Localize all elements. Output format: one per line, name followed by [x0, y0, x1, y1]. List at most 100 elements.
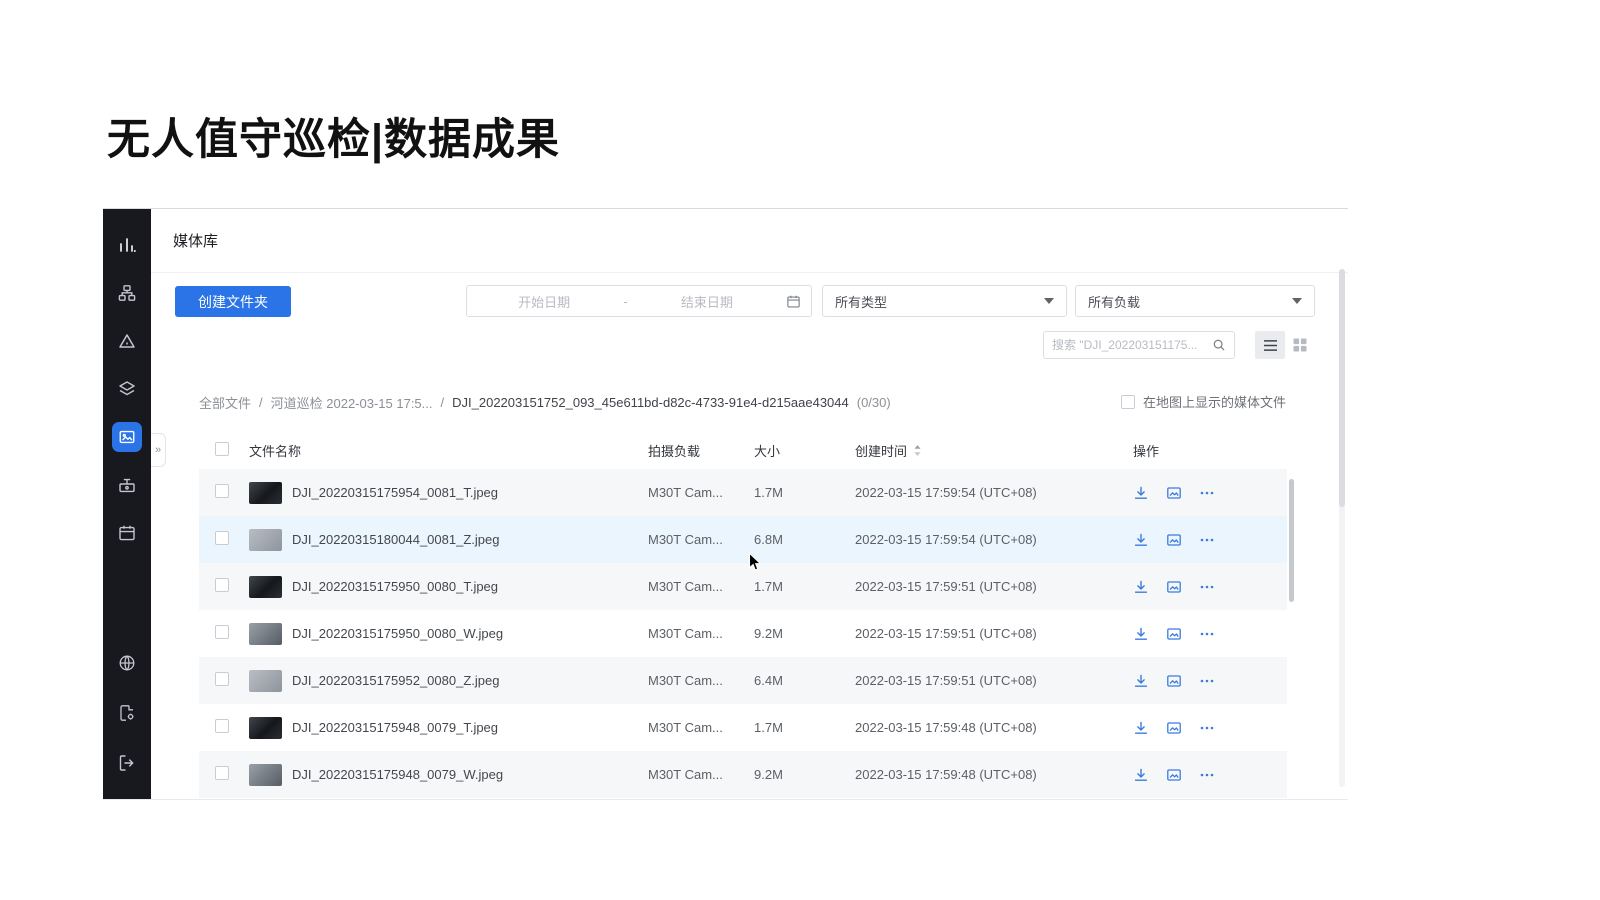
download-icon[interactable] — [1133, 673, 1149, 689]
panel-scrollbar[interactable] — [1339, 269, 1345, 787]
organization-icon[interactable] — [103, 269, 151, 317]
row-checkbox[interactable] — [215, 766, 229, 780]
search-icon[interactable] — [1212, 338, 1226, 352]
more-icon[interactable] — [1199, 720, 1215, 736]
map-view-icon[interactable] — [1166, 485, 1182, 501]
payload-cell: M30T Cam... — [648, 485, 754, 500]
project-settings-icon[interactable] — [103, 689, 151, 737]
grid-view-button[interactable] — [1285, 331, 1315, 359]
media-thumbnail[interactable] — [249, 717, 282, 739]
breadcrumb-item-current: DJI_202203151752_093_45e611bd-d82c-4733-… — [452, 395, 849, 410]
col-file-name: 文件名称 — [249, 441, 648, 460]
created-cell: 2022-03-15 17:59:48 (UTC+08) — [855, 720, 1133, 735]
payload-cell: M30T Cam... — [648, 579, 754, 594]
size-cell: 1.7M — [754, 485, 855, 500]
payload-cell: M30T Cam... — [648, 532, 754, 547]
download-icon[interactable] — [1133, 626, 1149, 642]
map-view-icon[interactable] — [1166, 532, 1182, 548]
map-view-icon[interactable] — [1166, 673, 1182, 689]
row-checkbox[interactable] — [215, 719, 229, 733]
search-input[interactable] — [1052, 338, 1212, 352]
more-icon[interactable] — [1199, 485, 1215, 501]
col-size: 大小 — [754, 441, 855, 460]
create-folder-button[interactable]: 创建文件夹 — [175, 286, 291, 317]
table-row[interactable]: DJI_20220315175954_0081_T.jpeg M30T Cam.… — [199, 469, 1287, 516]
panel-title: 媒体库 — [173, 230, 218, 251]
size-cell: 1.7M — [754, 720, 855, 735]
media-table: 文件名称 拍摄负载 大小 创建时间 操作 DJI_20220315175954_… — [199, 431, 1287, 798]
media-library-icon[interactable] — [103, 413, 151, 461]
table-scrollbar-thumb[interactable] — [1289, 479, 1294, 602]
table-row[interactable]: DJI_20220315180044_0081_Z.jpeg M30T Cam.… — [199, 516, 1287, 563]
media-thumbnail[interactable] — [249, 576, 282, 598]
map-view-icon[interactable] — [1166, 767, 1182, 783]
file-name[interactable]: DJI_20220315175950_0080_W.jpeg — [292, 626, 503, 641]
layers-icon[interactable] — [103, 365, 151, 413]
chevron-down-icon — [1292, 298, 1302, 304]
row-checkbox[interactable] — [215, 484, 229, 498]
more-icon[interactable] — [1199, 532, 1215, 548]
row-checkbox[interactable] — [215, 531, 229, 545]
created-cell: 2022-03-15 17:59:48 (UTC+08) — [855, 767, 1133, 782]
devices-icon[interactable] — [103, 461, 151, 509]
date-range-picker[interactable]: 开始日期 - 结束日期 — [466, 285, 812, 317]
more-icon[interactable] — [1199, 579, 1215, 595]
fleet-icon[interactable] — [103, 317, 151, 365]
table-row[interactable]: DJI_20220315175950_0080_W.jpeg M30T Cam.… — [199, 610, 1287, 657]
more-icon[interactable] — [1199, 767, 1215, 783]
payload-cell: M30T Cam... — [648, 720, 754, 735]
search-box — [1043, 331, 1235, 359]
list-view-button[interactable] — [1255, 331, 1285, 359]
sidebar — [103, 209, 151, 799]
media-thumbnail[interactable] — [249, 529, 282, 551]
schedule-icon[interactable] — [103, 509, 151, 557]
select-all-checkbox[interactable] — [215, 442, 229, 456]
download-icon[interactable] — [1133, 485, 1149, 501]
download-icon[interactable] — [1133, 579, 1149, 595]
map-display-toggle[interactable]: 在地图上显示的媒体文件 — [1121, 392, 1286, 411]
table-row[interactable]: DJI_20220315175948_0079_T.jpeg M30T Cam.… — [199, 704, 1287, 751]
file-name[interactable]: DJI_20220315175952_0080_Z.jpeg — [292, 673, 499, 688]
download-icon[interactable] — [1133, 767, 1149, 783]
more-icon[interactable] — [1199, 673, 1215, 689]
table-row[interactable]: DJI_20220315175950_0080_T.jpeg M30T Cam.… — [199, 563, 1287, 610]
type-filter-value: 所有类型 — [835, 292, 887, 311]
row-checkbox[interactable] — [215, 625, 229, 639]
breadcrumb-item-root[interactable]: 全部文件 — [199, 393, 251, 412]
date-separator: - — [621, 294, 629, 309]
size-cell: 9.2M — [754, 767, 855, 782]
size-cell: 6.4M — [754, 673, 855, 688]
view-toggle — [1255, 331, 1315, 359]
map-view-icon[interactable] — [1166, 626, 1182, 642]
media-thumbnail[interactable] — [249, 764, 282, 786]
download-icon[interactable] — [1133, 532, 1149, 548]
file-name[interactable]: DJI_20220315175950_0080_T.jpeg — [292, 579, 498, 594]
table-row[interactable]: DJI_20220315175948_0079_W.jpeg M30T Cam.… — [199, 751, 1287, 798]
file-name[interactable]: DJI_20220315175948_0079_W.jpeg — [292, 767, 503, 782]
file-name[interactable]: DJI_20220315175948_0079_T.jpeg — [292, 720, 498, 735]
breadcrumb-item-folder[interactable]: 河道巡检 2022-03-15 17:5... — [271, 393, 433, 412]
calendar-icon — [784, 294, 811, 309]
media-thumbnail[interactable] — [249, 623, 282, 645]
table-row[interactable]: DJI_20220315175952_0080_Z.jpeg M30T Cam.… — [199, 657, 1287, 704]
file-name[interactable]: DJI_20220315180044_0081_Z.jpeg — [292, 532, 499, 547]
row-checkbox[interactable] — [215, 672, 229, 686]
payload-filter-value: 所有负载 — [1088, 292, 1140, 311]
type-filter-dropdown[interactable]: 所有类型 — [822, 285, 1067, 317]
media-thumbnail[interactable] — [249, 670, 282, 692]
panel-scrollbar-thumb[interactable] — [1339, 269, 1345, 507]
payload-filter-dropdown[interactable]: 所有负载 — [1075, 285, 1315, 317]
logout-icon[interactable] — [103, 739, 151, 787]
size-cell: 1.7M — [754, 579, 855, 594]
sort-icon[interactable] — [913, 444, 922, 457]
globe-icon[interactable] — [103, 639, 151, 687]
download-icon[interactable] — [1133, 720, 1149, 736]
media-thumbnail[interactable] — [249, 482, 282, 504]
sidebar-expand-handle[interactable]: » — [151, 433, 166, 467]
map-display-checkbox[interactable] — [1121, 395, 1135, 409]
file-name[interactable]: DJI_20220315175954_0081_T.jpeg — [292, 485, 498, 500]
more-icon[interactable] — [1199, 626, 1215, 642]
map-view-icon[interactable] — [1166, 579, 1182, 595]
row-checkbox[interactable] — [215, 578, 229, 592]
map-view-icon[interactable] — [1166, 720, 1182, 736]
